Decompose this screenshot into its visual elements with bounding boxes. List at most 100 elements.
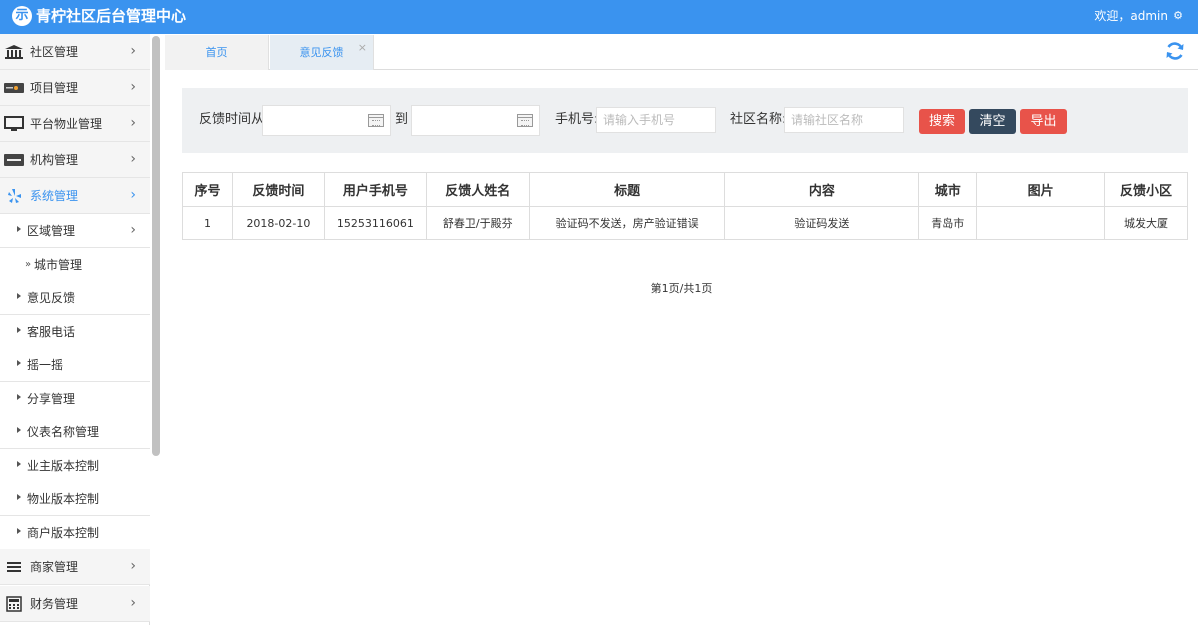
sidebar-item-label: 平台物业管理 bbox=[30, 117, 103, 131]
sidebar-subitem-label: 客服电话 bbox=[27, 325, 76, 339]
sidebar-subitem-feedback[interactable]: 意见反馈 bbox=[0, 281, 150, 315]
search-button[interactable]: 搜索 bbox=[919, 109, 965, 134]
top-header-bar: 示 青柠社区后台管理中心 欢迎，admin ⚙ bbox=[0, 0, 1198, 34]
bars-icon bbox=[7, 562, 21, 572]
tab-bar: 首页 意见反馈 × bbox=[165, 35, 1198, 70]
date-from-input[interactable] bbox=[262, 105, 391, 136]
table-cell: 2018-02-10 bbox=[231, 206, 325, 240]
chevron-right-icon: › bbox=[130, 115, 136, 131]
table-row[interactable]: 1 2018-02-10 15253116061 舒春卫/于殿芬 验证码不发送，… bbox=[182, 206, 1188, 240]
caret-right-icon bbox=[17, 494, 21, 500]
yelp-icon bbox=[8, 189, 21, 203]
sidebar-item-property[interactable]: 平台物业管理 › bbox=[0, 106, 150, 142]
sidebar-subitem-label: 区域管理 bbox=[27, 224, 76, 238]
stripe-icon bbox=[4, 154, 24, 166]
sidebar-subitem-label: 摇一摇 bbox=[27, 358, 64, 372]
sidebar-item-finance[interactable]: 财务管理 › bbox=[0, 586, 150, 622]
table-cell: 验证码不发送，房产验证错误 bbox=[528, 206, 726, 240]
monitor-icon bbox=[4, 116, 24, 131]
phone-input[interactable]: 请输入手机号 bbox=[596, 107, 716, 133]
phone-label: 手机号: bbox=[555, 112, 599, 127]
sidebar-subitem-merchant-version[interactable]: 商户版本控制 bbox=[0, 516, 150, 550]
sidebar-subitem-label: 物业版本控制 bbox=[27, 492, 100, 506]
sidebar-subitem-share[interactable]: 分享管理 bbox=[0, 382, 150, 416]
column-header: 反馈时间 bbox=[231, 172, 325, 207]
table-cell: 15253116061 bbox=[323, 206, 427, 240]
community-input[interactable]: 请输社区名称 bbox=[784, 107, 904, 133]
sidebar-item-merchants[interactable]: 商家管理 › bbox=[0, 549, 150, 585]
table-cell bbox=[976, 206, 1106, 240]
column-header: 内容 bbox=[724, 172, 920, 207]
chevron-right-icon: › bbox=[130, 187, 136, 203]
tab-home[interactable]: 首页 bbox=[165, 35, 269, 70]
sidebar-subitem-label: 分享管理 bbox=[27, 392, 76, 406]
column-header: 图片 bbox=[976, 172, 1106, 207]
welcome-user-link[interactable]: 欢迎，admin bbox=[1094, 8, 1168, 24]
sidebar-subitem-service-phone[interactable]: 客服电话 bbox=[0, 315, 150, 349]
sidebar-item-projects[interactable]: 项目管理 › bbox=[0, 70, 150, 106]
caret-right-icon bbox=[17, 226, 21, 232]
sidebar: 社区管理 › 项目管理 › 平台物业管理 › 机构管理 › 系统管理 › 区域管… bbox=[0, 34, 150, 625]
sidebar-scrollbar[interactable] bbox=[152, 36, 160, 456]
sidebar-subitem-label: 商户版本控制 bbox=[27, 526, 100, 540]
chevron-right-icon: › bbox=[130, 43, 136, 59]
table-header-row: 序号 反馈时间 用户手机号 反馈人姓名 标题 内容 城市 图片 反馈小区 bbox=[182, 172, 1188, 207]
sidebar-subitem-shake[interactable]: 摇一摇 bbox=[0, 348, 150, 382]
app-title: 青柠社区后台管理中心 bbox=[36, 7, 187, 25]
sidebar-subitem-label: 仪表名称管理 bbox=[27, 425, 100, 439]
to-label: 到 bbox=[395, 112, 409, 127]
clear-button[interactable]: 清空 bbox=[969, 109, 1016, 134]
sidebar-item-label: 项目管理 bbox=[30, 81, 79, 95]
caret-right-icon bbox=[17, 360, 21, 366]
caret-right-icon bbox=[17, 461, 21, 467]
filter-bar: 反馈时间从 到 手机号: 请输入手机号 社区名称: 请输社区名称 搜索 清空 导… bbox=[182, 88, 1188, 153]
column-header: 反馈小区 bbox=[1104, 172, 1188, 207]
column-header: 序号 bbox=[182, 172, 233, 207]
table-cell: 验证码发送 bbox=[724, 206, 920, 240]
sidebar-subitem-property-version[interactable]: 物业版本控制 bbox=[0, 482, 150, 516]
sidebar-subitem-meter-names[interactable]: 仪表名称管理 bbox=[0, 415, 150, 449]
sidebar-subitem-region[interactable]: 区域管理 › bbox=[0, 214, 150, 248]
gear-icon[interactable]: ⚙ bbox=[1173, 8, 1183, 24]
sidebar-item-organization[interactable]: 机构管理 › bbox=[0, 142, 150, 178]
calendar-icon[interactable] bbox=[368, 114, 384, 127]
caret-right-icon bbox=[17, 327, 21, 333]
chevron-right-icon: › bbox=[130, 222, 136, 238]
table-cell: 1 bbox=[182, 206, 233, 240]
tab-label: 首页 bbox=[205, 46, 228, 59]
sidebar-subitem-city[interactable]: » 城市管理 bbox=[0, 248, 150, 282]
refresh-icon[interactable] bbox=[1164, 40, 1186, 62]
table-cell: 青岛市 bbox=[918, 206, 978, 240]
sidebar-subitem-label: 业主版本控制 bbox=[27, 459, 100, 473]
calculator-icon bbox=[6, 596, 22, 612]
main-content: 反馈时间从 到 手机号: 请输入手机号 社区名称: 请输社区名称 搜索 清空 导… bbox=[165, 70, 1198, 625]
sidebar-subitem-label: 城市管理 bbox=[34, 258, 83, 272]
sidebar-item-label: 商家管理 bbox=[30, 560, 79, 574]
tab-label: 意见反馈 bbox=[299, 46, 344, 59]
column-header: 用户手机号 bbox=[323, 172, 427, 207]
time-from-label: 反馈时间从 bbox=[199, 112, 265, 127]
sidebar-item-label: 财务管理 bbox=[30, 597, 79, 611]
sidebar-item-community[interactable]: 社区管理 › bbox=[0, 34, 150, 70]
sidebar-item-system[interactable]: 系统管理 › bbox=[0, 178, 150, 214]
feedback-table: 序号 反馈时间 用户手机号 反馈人姓名 标题 内容 城市 图片 反馈小区 1 2… bbox=[182, 172, 1188, 240]
discover-card-icon bbox=[4, 83, 24, 93]
app-logo-icon: 示 bbox=[12, 6, 32, 26]
caret-right-icon bbox=[17, 528, 21, 534]
tab-feedback[interactable]: 意见反馈 × bbox=[270, 35, 374, 70]
double-chevron-icon: » bbox=[25, 259, 32, 270]
calendar-icon[interactable] bbox=[517, 114, 533, 127]
bank-icon bbox=[5, 45, 23, 59]
date-to-input[interactable] bbox=[411, 105, 540, 136]
pagination-info: 第1页/共1页 bbox=[650, 282, 713, 295]
sidebar-item-label: 社区管理 bbox=[30, 45, 79, 59]
export-button[interactable]: 导出 bbox=[1020, 109, 1067, 134]
caret-right-icon bbox=[17, 394, 21, 400]
chevron-right-icon: › bbox=[130, 558, 136, 574]
sidebar-subitem-owner-version[interactable]: 业主版本控制 bbox=[0, 449, 150, 483]
chevron-right-icon: › bbox=[130, 595, 136, 611]
close-icon[interactable]: × bbox=[358, 30, 367, 66]
community-label: 社区名称: bbox=[730, 112, 787, 127]
column-header: 反馈人姓名 bbox=[425, 172, 530, 207]
chevron-right-icon: › bbox=[130, 79, 136, 95]
